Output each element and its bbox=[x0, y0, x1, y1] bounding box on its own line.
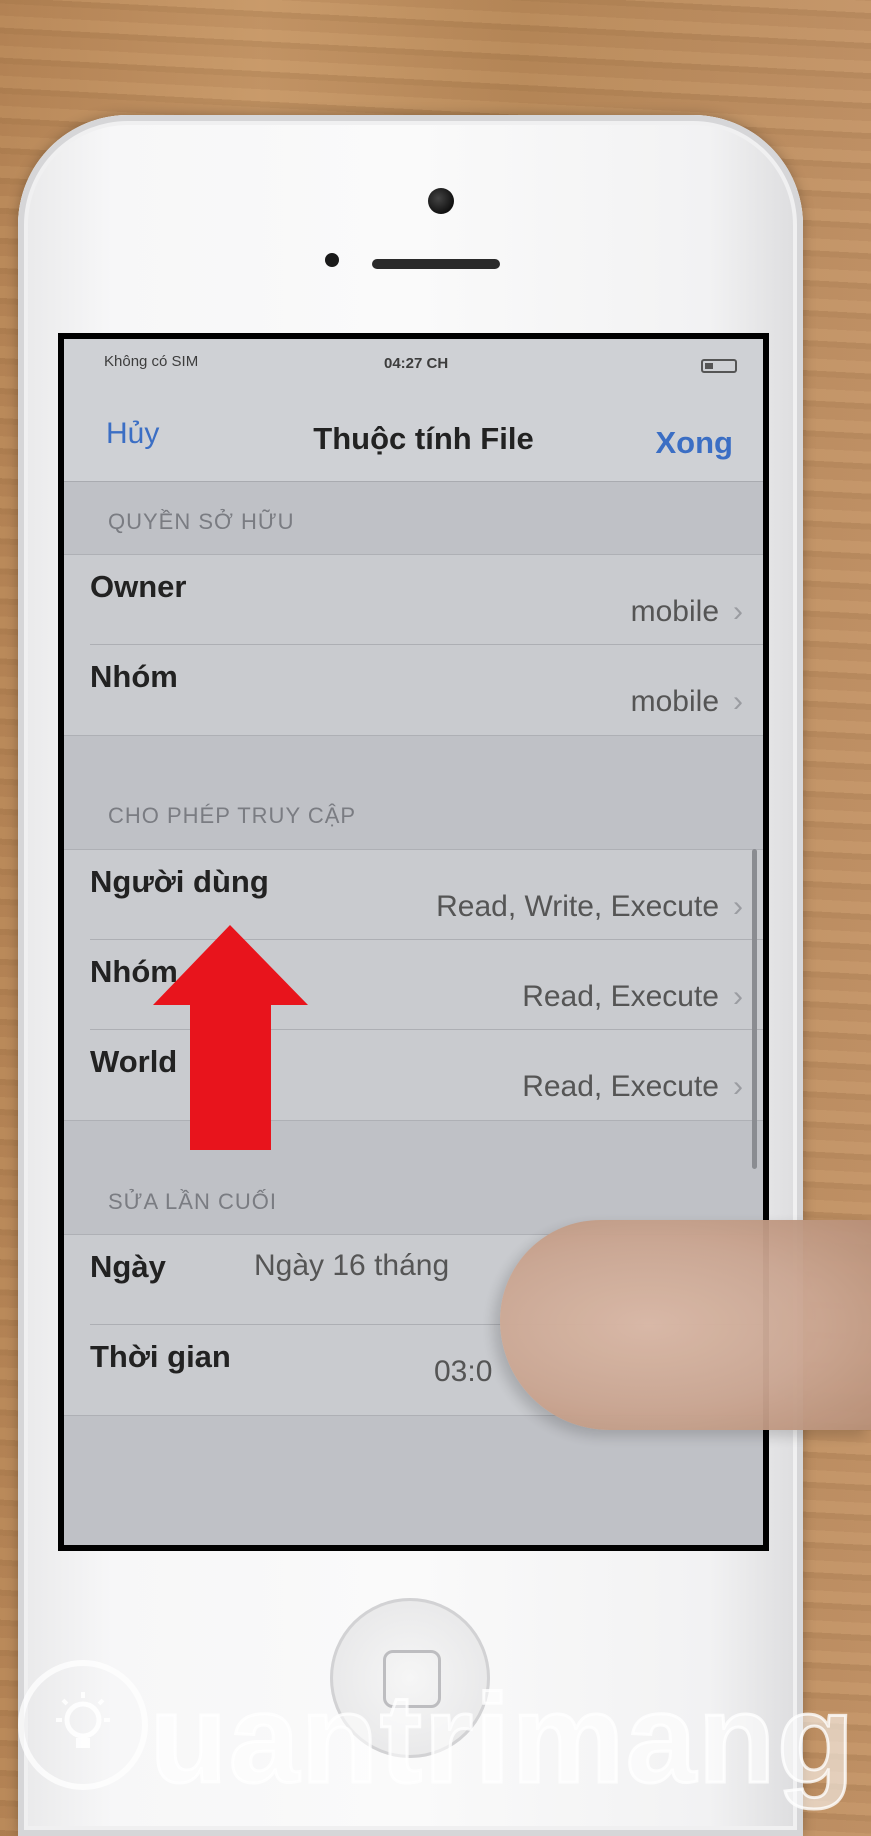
chevron-right-icon: › bbox=[733, 980, 743, 1013]
row-owner-group[interactable]: Nhóm mobile › bbox=[64, 645, 763, 735]
row-value: Read, Write, Execute bbox=[436, 890, 719, 923]
status-time: 04:27 CH bbox=[384, 355, 449, 372]
chevron-right-icon: › bbox=[733, 890, 743, 923]
row-value: mobile bbox=[630, 685, 719, 718]
scroll-indicator[interactable] bbox=[752, 849, 757, 1169]
row-label: Thời gian bbox=[90, 1339, 231, 1374]
status-bar: Không có SIM 04:27 CH bbox=[64, 339, 763, 381]
row-owner[interactable]: Owner mobile › bbox=[64, 555, 763, 645]
section-header-modified: SỬA LẦN CUỐI bbox=[108, 1189, 277, 1214]
watermark-text: uantrimang bbox=[148, 1667, 857, 1811]
battery-icon bbox=[701, 359, 737, 373]
row-value: Read, Execute bbox=[522, 1070, 719, 1103]
front-camera bbox=[428, 188, 454, 214]
carrier-label: Không có SIM bbox=[104, 353, 199, 370]
row-label: Nhóm bbox=[90, 659, 178, 694]
row-value: Read, Execute bbox=[522, 980, 719, 1013]
watermark-logo bbox=[18, 1660, 148, 1790]
navigation-bar: Hủy Thuộc tính File Xong bbox=[64, 381, 763, 482]
finger bbox=[500, 1220, 871, 1430]
row-value: Ngày 16 tháng bbox=[254, 1249, 450, 1282]
done-button[interactable]: Xong bbox=[656, 425, 734, 461]
chevron-right-icon: › bbox=[733, 595, 743, 628]
row-label: Ngày bbox=[90, 1249, 166, 1284]
chevron-right-icon: › bbox=[733, 685, 743, 718]
section-header-ownership: QUYỀN SỞ HỮU bbox=[108, 509, 295, 534]
lightbulb-icon bbox=[56, 1692, 110, 1748]
chevron-right-icon: › bbox=[733, 1070, 743, 1103]
up-arrow-icon bbox=[153, 925, 308, 1150]
row-label: Owner bbox=[90, 569, 187, 604]
earpiece-speaker bbox=[372, 259, 500, 269]
ownership-group: Owner mobile › Nhóm mobile › bbox=[64, 554, 763, 736]
proximity-sensor bbox=[325, 253, 339, 267]
row-value: 03:0 bbox=[434, 1355, 493, 1388]
row-value: mobile bbox=[630, 595, 719, 628]
row-label: Người dùng bbox=[90, 864, 269, 899]
section-header-access: CHO PHÉP TRUY CẬP bbox=[108, 803, 357, 828]
